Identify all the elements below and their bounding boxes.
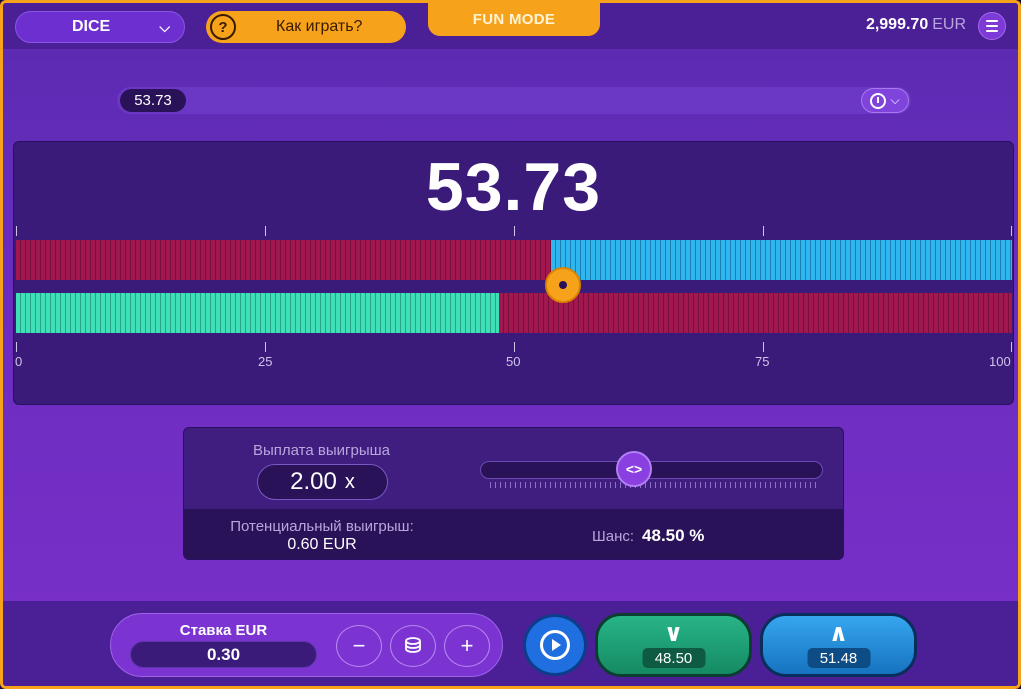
roll-under-value: 48.50 [642,648,705,668]
roll-under-button[interactable]: ∨ 48.50 [595,613,752,677]
chance-value: 48.50 % [642,526,705,545]
payout-panel: Выплата выигрыша 2.00 x <> Потенциальный … [183,427,844,560]
fun-mode-badge: FUN MODE [428,3,600,36]
balance-amount: 2,999.70 [865,16,929,33]
dice-panel: 53.73 0 25 50 75 100 [13,141,1014,405]
how-to-play-label: Как играть? [276,18,363,35]
scale-tick [763,342,764,352]
scale-tick [763,226,764,236]
game-select-dropdown[interactable]: DICE ⌵ [15,11,185,43]
under-losing-range-bar [499,293,1012,333]
axis-label: 75 [755,354,770,369]
over-losing-range-bar [16,240,552,280]
balance-display: 2,999.70 EUR [866,16,966,34]
left-right-arrows-icon: <> [625,461,643,477]
axis-label: 25 [258,354,273,369]
axis-label: 50 [506,354,521,369]
scale-tick [265,226,266,236]
autoplay-button[interactable] [523,614,587,676]
chance-display: Шанс: 48.50 % [592,526,704,546]
history-toggle-button[interactable]: ⌵ [861,88,909,113]
axis-label: 100 [989,354,1011,369]
roll-over-value: 51.48 [807,648,870,668]
bet-increase-button[interactable]: + [444,625,490,667]
plus-icon: + [460,633,474,658]
coins-stack-icon [405,637,421,653]
multiplier-suffix: x [344,470,355,493]
scale-tick [16,342,17,352]
roll-over-button[interactable]: ∧ 51.48 [760,613,917,677]
chance-slider-scale [490,482,816,488]
balance-currency: EUR [932,16,966,33]
autoplay-icon [540,630,570,660]
chance-slider-handle[interactable]: <> [616,451,652,487]
question-icon: ? [210,14,236,40]
chevron-down-icon: ⌵ [159,18,170,35]
chevron-up-icon: ∧ [828,620,849,647]
chance-label: Шанс: [592,528,635,545]
minus-icon: − [352,633,366,658]
scale-tick [514,226,515,236]
potential-win-value: 0.60 EUR [287,536,357,553]
results-history-bar: 53.73 ⌵ [117,87,911,114]
payout-title: Выплата выигрыша [253,442,390,459]
bet-presets-button[interactable] [390,625,436,667]
bet-decrease-button[interactable]: − [336,625,382,667]
bet-label: Ставка EUR [179,622,268,639]
game-window: DICE ⌵ ? Как играть? FUN MODE 2,999.70 EU… [0,0,1021,689]
how-to-play-button[interactable]: ? Как играть? [206,11,406,43]
hamburger-icon [986,20,998,22]
scale-tick [265,342,266,352]
under-winning-range-bar [16,293,500,333]
history-result-chip[interactable]: 53.73 [120,89,186,112]
chevron-down-icon: ⌵ [890,93,900,107]
menu-button[interactable] [978,12,1006,40]
multiplier-value: 2.00 [290,468,337,495]
history-clock-icon [870,92,887,109]
scale-tick [1011,226,1012,236]
potential-win-label: Потенциальный выигрыш: [230,518,414,535]
bet-panel: Ставка EUR 0.30 − + [110,613,503,677]
bet-amount-input[interactable]: 0.30 [130,641,317,668]
result-marker [545,267,582,303]
scale-tick [1011,342,1012,352]
over-winning-range-bar [551,240,1012,280]
multiplier-input[interactable]: 2.00 x [257,464,388,500]
roll-result: 53.73 [425,149,602,225]
scale-tick [514,342,515,352]
axis-label: 0 [15,354,23,369]
game-select-label: DICE [72,18,111,35]
chevron-down-icon: ∨ [663,620,684,647]
scale-tick [16,226,17,236]
